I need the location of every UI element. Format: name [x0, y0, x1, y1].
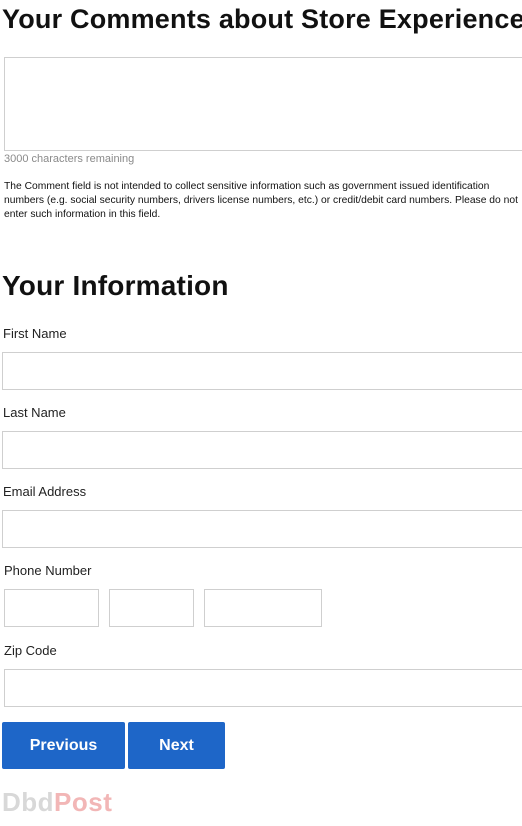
last-name-input[interactable]: [2, 431, 522, 469]
phone-prefix-input[interactable]: [109, 589, 194, 627]
your-information-title: Your Information: [2, 270, 229, 301]
email-address-input[interactable]: [2, 510, 522, 548]
first-name-label: First Name: [3, 326, 67, 341]
watermark-logo: DbdPost: [2, 787, 112, 818]
phone-area-code-input[interactable]: [4, 589, 99, 627]
next-button[interactable]: Next: [128, 722, 225, 769]
phone-number-label: Phone Number: [4, 563, 92, 578]
comments-section-title: Your Comments about Store Experience: [2, 4, 522, 34]
survey-form-page: Your Comments about Store Experience 300…: [0, 0, 522, 826]
comment-disclaimer-text: The Comment field is not intended to col…: [4, 181, 518, 220]
email-address-label: Email Address: [3, 484, 87, 499]
zip-code-label: Zip Code: [4, 643, 57, 658]
watermark-part-dbd: Dbd: [2, 787, 55, 817]
comment-textarea[interactable]: [4, 57, 522, 151]
characters-remaining-text: 3000 characters remaining: [4, 153, 135, 165]
zip-code-input[interactable]: [4, 669, 522, 707]
last-name-label: Last Name: [3, 405, 66, 420]
previous-button[interactable]: Previous: [2, 722, 125, 769]
watermark-part-post: Post: [54, 787, 113, 817]
phone-line-number-input[interactable]: [204, 589, 322, 627]
first-name-input[interactable]: [2, 352, 522, 390]
